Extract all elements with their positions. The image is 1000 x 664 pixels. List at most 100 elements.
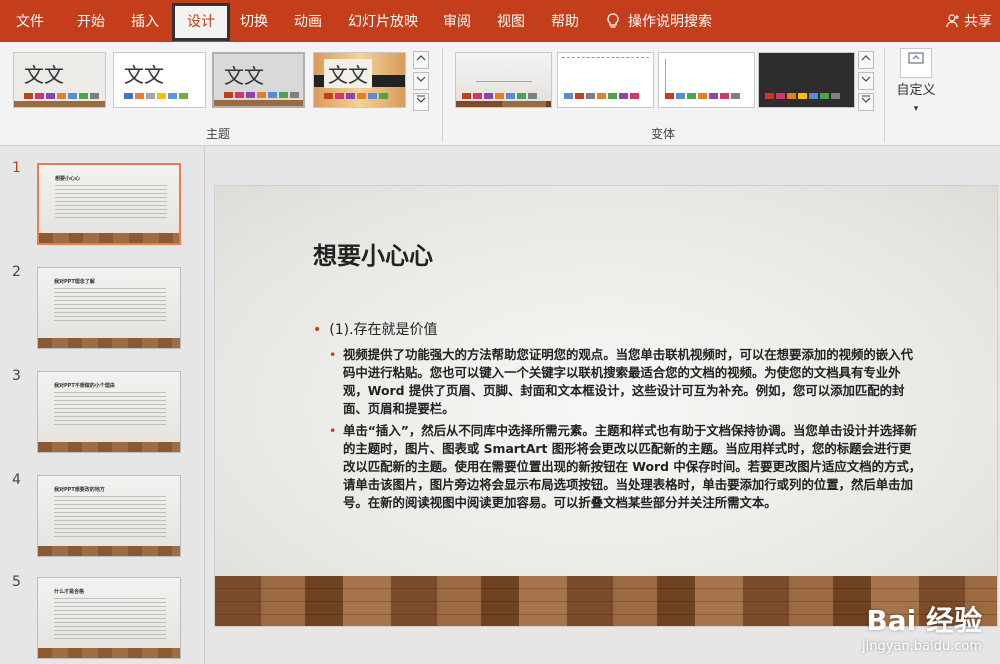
theme-color-bars: [124, 93, 188, 99]
bullet-text: 单击“插入”，然后从不同库中选择所需元素。主题和样式也有助于文档保持协调。当您单…: [343, 423, 922, 510]
thumbnail-body: [54, 496, 166, 540]
bullet-text: 视频提供了功能强大的方法帮助您证明您的观点。当您单击联机视频时，可以在想要添加的…: [343, 347, 913, 416]
theme-option-selected[interactable]: 文文: [212, 52, 305, 108]
bullet-level2[interactable]: • 视频提供了功能强大的方法帮助您证明您的观点。当您单击联机视频时，可以在想要添加…: [329, 346, 923, 418]
variant-color-bars: [564, 93, 639, 99]
thumbnail-floor: [38, 442, 180, 452]
thumbnail-title: 什么才是合格: [54, 589, 85, 595]
menu-file[interactable]: 文件: [16, 0, 44, 42]
themes-scroll-down-button[interactable]: [413, 72, 429, 90]
variant-color-bars: [462, 93, 537, 99]
search-tell-me[interactable]: 操作说明搜索: [606, 0, 712, 42]
slide-number: 5: [12, 574, 21, 590]
variants-more-button[interactable]: [858, 93, 874, 111]
slide-thumbnail-pane: 1 想要小心心 2 我对PPT理念了解 3 我对PPT不想做的小个理由 4 我对…: [0, 146, 205, 664]
bullet-level2[interactable]: • 单击“插入”，然后从不同库中选择所需元素。主题和样式也有助于文档保持协调。当您…: [329, 422, 923, 512]
theme-color-bars: [24, 93, 99, 99]
bullet-icon: •: [329, 423, 337, 438]
search-label: 操作说明搜索: [628, 14, 712, 30]
theme-preview-text: 文文: [24, 63, 64, 87]
theme-option[interactable]: 文文: [313, 52, 406, 108]
theme-option[interactable]: 文文: [113, 52, 206, 108]
menu-bar: 文件 开始 插入 设计 切换 动画 幻灯片放映 审阅 视图 帮助 操作说明搜索 …: [0, 0, 1000, 42]
menu-help[interactable]: 帮助: [551, 0, 579, 42]
slide-thumbnail-1[interactable]: 想要小心心: [37, 163, 181, 245]
slide-number: 2: [12, 264, 21, 280]
more-icon: [861, 95, 871, 103]
variant-floor: [456, 101, 551, 107]
customize-label: 自定义: [896, 83, 936, 98]
slide-number: 4: [12, 472, 21, 488]
person-add-icon: [946, 14, 959, 28]
theme-preview-text: 文文: [324, 59, 372, 88]
theme-option[interactable]: 文文: [13, 52, 106, 108]
theme-preview-text: 文文: [124, 63, 164, 87]
chevron-down-icon: [416, 76, 426, 82]
variant-option[interactable]: [557, 52, 654, 108]
slide-thumbnail-2[interactable]: 我对PPT理念了解: [37, 267, 181, 349]
thumbnail-body: [54, 392, 166, 428]
chevron-up-icon: [861, 55, 871, 61]
theme-floor: [14, 101, 105, 107]
menu-view[interactable]: 视图: [497, 0, 525, 42]
theme-color-bars: [324, 93, 388, 99]
thumbnail-body: [54, 598, 166, 642]
variants-group-label: 变体: [651, 127, 676, 141]
variant-option[interactable]: [455, 52, 552, 108]
dropdown-arrow-icon: ▾: [913, 104, 919, 114]
customize-button[interactable]: 自定义 ▾: [890, 48, 942, 142]
group-separator: [884, 48, 885, 142]
slide-thumbnail-3[interactable]: 我对PPT不想做的小个理由: [37, 371, 181, 453]
slide-canvas[interactable]: 想要小心心 • (1).存在就是价值 • 视频提供了功能强大的方法帮助您证明您的观点…: [214, 185, 998, 627]
menu-insert[interactable]: 插入: [131, 0, 159, 42]
watermark-brand: Bai 经验: [866, 604, 982, 637]
themes-group-label: 主题: [206, 127, 231, 141]
variant-option[interactable]: [758, 52, 855, 108]
bullet-level1-text: (1).存在就是价值: [329, 322, 438, 338]
watermark-url: jingyan.baidu.com: [862, 639, 982, 654]
theme-preview-text: 文文: [224, 64, 264, 88]
thumbnail-title: 我对PPT理念了解: [54, 279, 95, 285]
theme-floor: [214, 100, 303, 106]
slide-number: 3: [12, 368, 21, 384]
chevron-up-icon: [416, 55, 426, 61]
group-separator: [442, 48, 443, 142]
ribbon: 文文 文文 文文 文文 主题 变体 自定义 ▾: [0, 42, 1000, 146]
slide-editor: 想要小心心 • (1).存在就是价值 • 视频提供了功能强大的方法帮助您证明您的观点…: [206, 146, 1000, 664]
thumbnail-body: [54, 288, 166, 324]
thumbnail-floor: [38, 338, 180, 348]
slide-title[interactable]: 想要小心心: [313, 236, 433, 271]
lightbulb-icon: [607, 13, 619, 28]
chevron-down-icon: [861, 76, 871, 82]
menu-home[interactable]: 开始: [77, 0, 105, 42]
slide-thumbnail-4[interactable]: 我对PPT想要改的地方: [37, 475, 181, 557]
bullet-icon: •: [313, 322, 322, 338]
theme-color-bars: [224, 92, 299, 98]
menu-animations[interactable]: 动画: [294, 0, 322, 42]
variant-color-bars: [765, 93, 840, 99]
share-label: 共享: [964, 14, 992, 30]
menu-design[interactable]: 设计: [172, 3, 230, 41]
slide-thumbnail-5[interactable]: 什么才是合格: [37, 577, 181, 659]
variant-option[interactable]: [658, 52, 755, 108]
menu-review[interactable]: 审阅: [443, 0, 471, 42]
variants-scroll-down-button[interactable]: [858, 72, 874, 90]
menu-transitions[interactable]: 切换: [240, 0, 268, 42]
bullet-level1[interactable]: • (1).存在就是价值: [313, 319, 438, 339]
watermark: Bai 经验 jingyan.baidu.com: [862, 599, 982, 654]
thumbnail-floor: [39, 233, 179, 243]
bullet-icon: •: [329, 347, 337, 362]
variants-scroll-up-button[interactable]: [858, 51, 874, 69]
slide-number: 1: [12, 160, 21, 176]
thumbnail-title: 我对PPT想要改的地方: [54, 487, 105, 493]
thumbnail-floor: [38, 648, 180, 658]
share-button[interactable]: 共享: [946, 0, 992, 42]
thumbnail-title: 我对PPT不想做的小个理由: [54, 383, 115, 389]
menu-slideshow[interactable]: 幻灯片放映: [348, 0, 418, 42]
themes-scroll-up-button[interactable]: [413, 51, 429, 69]
themes-more-button[interactable]: [413, 93, 429, 111]
thumbnail-floor: [38, 546, 180, 556]
thumbnail-body: [55, 185, 167, 221]
more-icon: [416, 95, 426, 103]
slide-size-icon: [900, 48, 932, 78]
